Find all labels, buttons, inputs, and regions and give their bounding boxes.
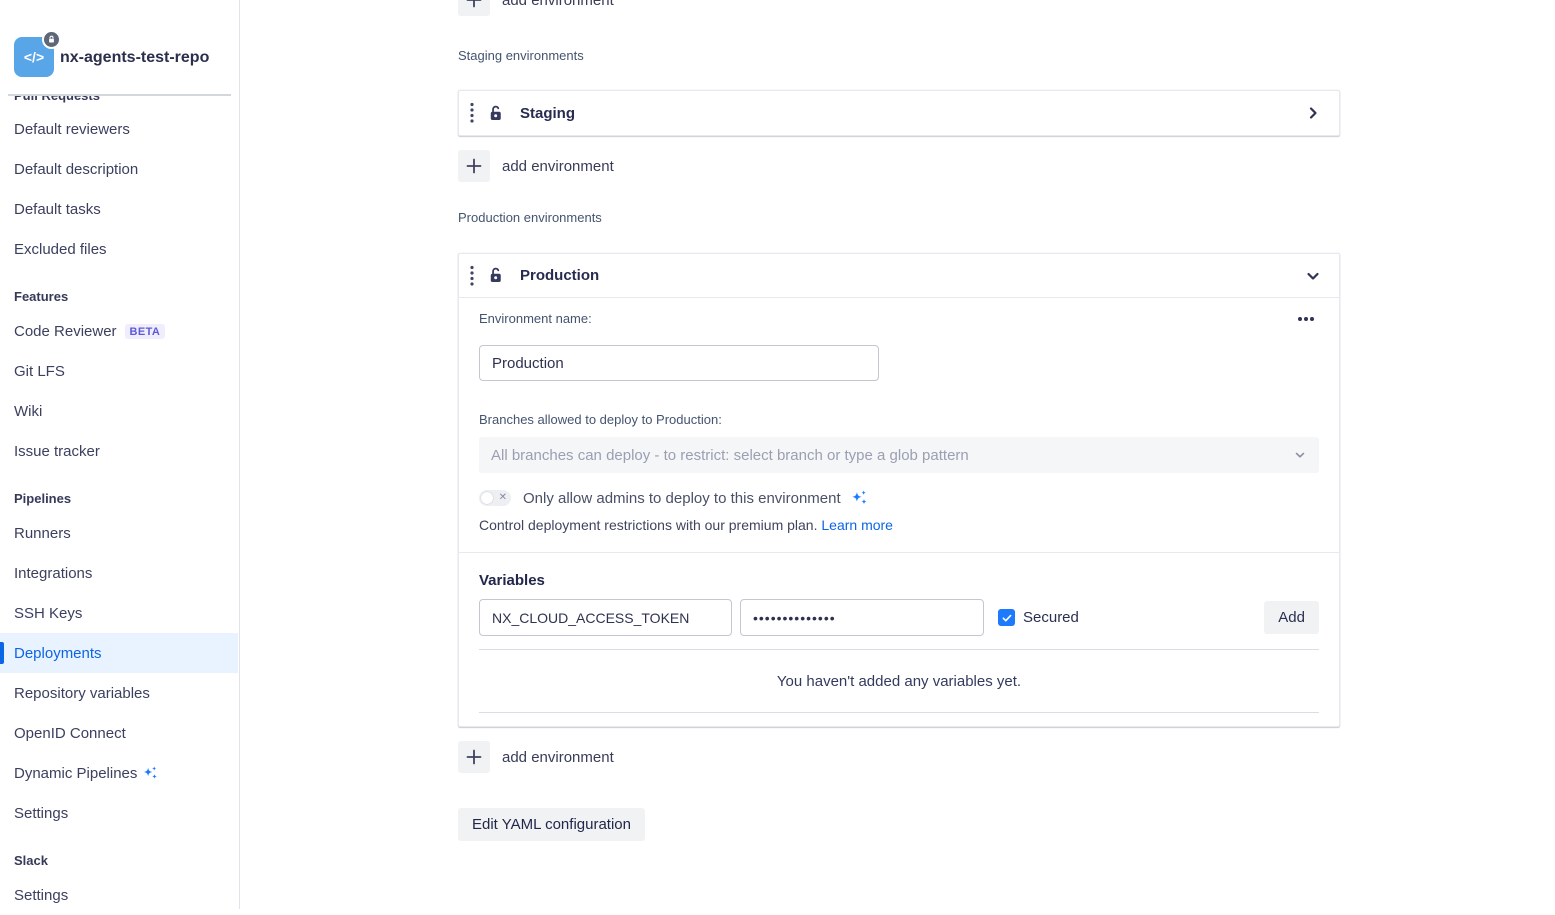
divider xyxy=(479,649,1319,650)
plus-icon[interactable] xyxy=(458,741,490,773)
sidebar-item-git-lfs[interactable]: Git LFS xyxy=(0,351,238,391)
sidebar-section-pipelines: Pipelines xyxy=(0,483,238,513)
drag-handle-icon[interactable] xyxy=(467,100,477,126)
sidebar-section-features: Features xyxy=(0,281,238,311)
sidebar-nav: Default reviewers Default description De… xyxy=(0,109,238,915)
sidebar-item-openid-connect[interactable]: OpenID Connect xyxy=(0,713,238,753)
sidebar-section-slack: Slack xyxy=(0,845,238,875)
private-repo-lock-icon xyxy=(42,30,61,49)
sidebar-item-dynamic-pipelines[interactable]: Dynamic Pipelines xyxy=(0,753,238,793)
premium-plan-note: Control deployment restrictions with our… xyxy=(479,516,1319,534)
environment-name-label: Environment name: xyxy=(479,311,592,327)
sidebar-item-issue-tracker[interactable]: Issue tracker xyxy=(0,431,238,471)
sidebar-header: </> nx-agents-test-repo xyxy=(0,0,239,96)
unlocked-environment-icon xyxy=(485,265,506,286)
chevron-right-icon[interactable] xyxy=(1305,105,1321,121)
variables-empty-message: You haven't added any variables yet. xyxy=(479,673,1319,691)
drag-handle-icon[interactable] xyxy=(467,263,477,289)
sparkles-icon xyxy=(141,764,159,782)
variable-value-input[interactable] xyxy=(740,599,984,636)
production-environment-header[interactable]: Production xyxy=(459,254,1339,298)
sidebar-item-slack-settings[interactable]: Settings xyxy=(0,875,238,915)
environment-name: Production xyxy=(520,267,599,284)
plus-icon[interactable] xyxy=(458,150,490,182)
chevron-down-icon[interactable] xyxy=(1305,268,1321,284)
staging-environment-header[interactable]: Staging xyxy=(459,91,1339,135)
sidebar-item-default-description[interactable]: Default description xyxy=(0,149,238,189)
toggle-off-x-icon: ✕ xyxy=(499,491,507,505)
add-environment-button-top[interactable]: add environment xyxy=(458,0,614,16)
add-environment-button-staging[interactable]: add environment xyxy=(458,150,614,182)
production-environment-body: Environment name: Branches allowed to de… xyxy=(459,298,1339,552)
add-environment-button-production[interactable]: add environment xyxy=(458,741,614,773)
variables-section: Variables Secured Add You haven't added … xyxy=(459,552,1339,726)
more-options-icon[interactable] xyxy=(1293,312,1319,326)
sidebar-item-pipelines-settings[interactable]: Settings xyxy=(0,793,238,833)
sidebar-item-default-tasks[interactable]: Default tasks xyxy=(0,189,238,229)
toggle-knob xyxy=(481,492,493,504)
plus-icon[interactable] xyxy=(458,0,490,16)
secured-checkbox[interactable] xyxy=(998,609,1015,626)
settings-sidebar: </> nx-agents-test-repo Pull Requests De… xyxy=(0,0,240,909)
learn-more-link[interactable]: Learn more xyxy=(821,517,893,533)
sidebar-item-default-reviewers[interactable]: Default reviewers xyxy=(0,109,238,149)
secured-checkbox-label: Secured xyxy=(1023,609,1079,626)
repo-avatar[interactable]: </> xyxy=(14,37,54,77)
production-environments-label: Production environments xyxy=(458,210,1340,226)
chevron-down-icon xyxy=(1293,448,1307,462)
environment-name: Staging xyxy=(520,105,575,122)
code-icon: </> xyxy=(24,49,44,65)
sidebar-item-repository-variables[interactable]: Repository variables xyxy=(0,673,238,713)
sparkles-icon xyxy=(849,488,869,508)
divider xyxy=(479,712,1319,713)
deployments-settings-content: add environment Staging environments Sta… xyxy=(458,0,1340,841)
sidebar-item-code-reviewer[interactable]: Code Reviewer BETA xyxy=(0,311,238,351)
repo-name[interactable]: nx-agents-test-repo xyxy=(60,49,209,67)
sidebar-item-wiki[interactable]: Wiki xyxy=(0,391,238,431)
edit-yaml-configuration-button[interactable]: Edit YAML configuration xyxy=(458,808,645,841)
branch-restriction-select[interactable]: All branches can deploy - to restrict: s… xyxy=(479,437,1319,473)
branches-allowed-label: Branches allowed to deploy to Production… xyxy=(479,412,1319,428)
sidebar-section-pull-requests-clipped: Pull Requests xyxy=(14,96,239,109)
beta-badge: BETA xyxy=(125,324,166,339)
admins-only-toggle[interactable]: ✕ xyxy=(479,490,511,506)
sidebar-item-runners[interactable]: Runners xyxy=(0,513,238,553)
unlocked-environment-icon xyxy=(485,103,506,124)
add-variable-button[interactable]: Add xyxy=(1264,601,1319,634)
variable-name-input[interactable] xyxy=(479,599,732,636)
sidebar-item-integrations[interactable]: Integrations xyxy=(0,553,238,593)
sidebar-item-deployments[interactable]: Deployments xyxy=(0,633,238,673)
variables-heading: Variables xyxy=(479,553,1319,589)
sidebar-item-excluded-files[interactable]: Excluded files xyxy=(0,229,238,269)
staging-environments-label: Staging environments xyxy=(458,48,1340,64)
admins-only-toggle-label: Only allow admins to deploy to this envi… xyxy=(523,490,841,507)
production-environment-card: Production Environment name: Branches al… xyxy=(458,253,1340,727)
environment-name-input[interactable] xyxy=(479,345,879,381)
sidebar-item-ssh-keys[interactable]: SSH Keys xyxy=(0,593,238,633)
staging-environment-card: Staging xyxy=(458,90,1340,136)
